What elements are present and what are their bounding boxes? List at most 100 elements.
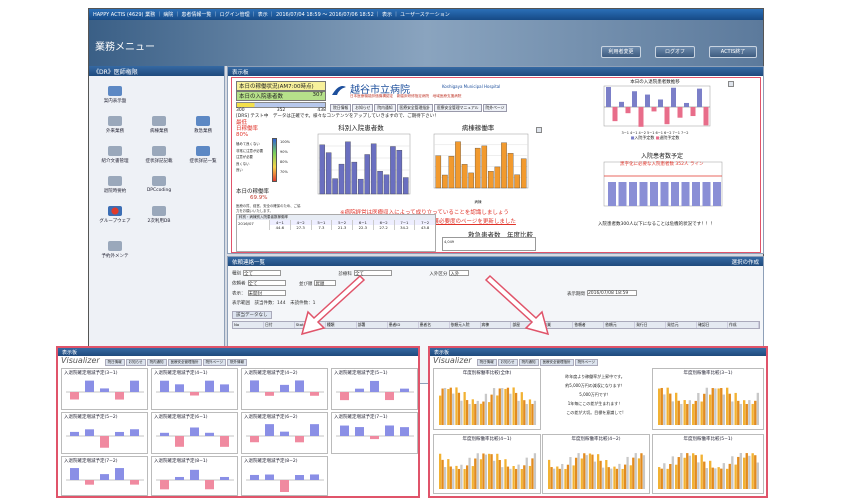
mini-bar: [569, 457, 572, 489]
zoom-tab[interactable]: 医療安全管理指針: [167, 359, 202, 366]
mini-chart: 入退院確定増減予定(4−1): [151, 368, 238, 410]
zoom-tab[interactable]: 院日情報: [476, 359, 497, 366]
chart-bar: [370, 143, 377, 195]
list-column-header[interactable]: 依頼元: [604, 322, 636, 328]
author-select[interactable]: 全て: [247, 280, 286, 287]
gauge-pcts: 100% 90% 80% 70%: [280, 137, 290, 177]
app-header: 業務メニュー 利用者変更 ログオフ ACTIS終了: [89, 20, 763, 66]
sidebar-item-label: DPCcoding: [146, 188, 172, 193]
zoom-tab[interactable]: 院内通知: [518, 359, 539, 366]
sidebar-item[interactable]: 外来業務: [93, 116, 137, 134]
trend-bar: [677, 107, 683, 118]
sidebar-item[interactable]: 症状詳記一覧: [181, 146, 225, 164]
list-column-header[interactable]: 依頼者: [573, 322, 605, 328]
sidebar-item[interactable]: グループウェア: [93, 206, 137, 224]
mini-bar: [743, 457, 746, 489]
list-column-header[interactable]: 作成: [728, 322, 759, 328]
list-column-header[interactable]: 依頼元入院: [450, 322, 481, 328]
list-column-header[interactable]: 患者ID: [388, 322, 419, 328]
mini-bar: [520, 468, 523, 489]
mini-bar: [709, 460, 712, 489]
create-selection-button[interactable]: 選択の作成: [731, 258, 759, 266]
sidebar-item[interactable]: 2次利用DB: [137, 206, 181, 224]
logoff-button[interactable]: ログオフ: [655, 46, 695, 58]
change-user-button[interactable]: 利用者変更: [601, 46, 641, 58]
dashboard-nav-item[interactable]: 院内通知: [374, 104, 396, 112]
zoom-tab[interactable]: 医療安全管理指針: [539, 359, 574, 366]
sidebar-item[interactable]: 案内表示盤: [93, 86, 137, 104]
zoom-tab[interactable]: お知らせ: [125, 359, 146, 366]
mini-bar: [663, 463, 666, 489]
date-field[interactable]: 2016/07/08 18:59: [586, 290, 637, 296]
zoom-tab[interactable]: 院外情報: [227, 359, 247, 366]
message-line: 昨年度より稼働率が上昇中です。: [565, 374, 625, 379]
planned-bar: [618, 182, 627, 206]
list-column-header[interactable]: 発信元: [666, 322, 698, 328]
table-value: 34.2: [400, 225, 409, 230]
trend-bar: [619, 101, 624, 107]
sidebar-item[interactable]: 病棟業務: [137, 116, 181, 134]
mini-bar: [465, 465, 469, 489]
zoom-tab[interactable]: 院内通知: [146, 359, 167, 366]
mini-bar: [726, 387, 729, 425]
dashboard-nav-item[interactable]: 医療安全管理指針: [396, 104, 433, 112]
dashboard-nav-item[interactable]: 院日情報: [330, 104, 352, 112]
sidebar-item[interactable]: 救急業務: [181, 116, 225, 134]
show-select[interactable]: 未開封: [247, 290, 286, 297]
mini-bar: [610, 468, 613, 489]
dashboard-nav-item[interactable]: お知らせ: [352, 104, 374, 112]
list-column-header[interactable]: 発行日: [635, 322, 667, 328]
list-column-header[interactable]: No: [233, 322, 264, 328]
zoom-tab[interactable]: 院外ページ: [202, 359, 226, 366]
mini-bar: [660, 387, 663, 425]
mini-bar: [443, 387, 447, 425]
sidebar-item[interactable]: 予約外メンテ: [93, 241, 137, 259]
mini-bar: [100, 388, 109, 392]
planned-admissions-chart: 入院患者数予定 黒字化に必要な入院患者数 352人 ライン: [600, 151, 724, 217]
nursing-page-link[interactable]: 看護必要度のページを更新しました: [428, 217, 516, 225]
mini-bar: [680, 453, 683, 489]
input-label: 入外区分: [429, 271, 448, 277]
zoom-tab[interactable]: 院日情報: [104, 359, 125, 366]
input-select[interactable]: 入外: [449, 270, 470, 277]
ward-table: 科別・病棟別入院患者数稼働率 2016/07 4−1 44.6 4−2 27.3 5−1 7…: [236, 214, 436, 252]
message-line: この差が大切。目標を意識して!: [566, 410, 624, 415]
mini-bar: [447, 459, 450, 489]
expand-icon[interactable]: [536, 127, 542, 133]
sidebar-item[interactable]: DPCcoding: [137, 176, 181, 193]
mini-bar: [175, 384, 184, 392]
dashboard-nav-item[interactable]: 医療安全管理マニュアル: [433, 104, 482, 112]
list-tab[interactable]: 該当データなし: [232, 311, 272, 319]
dashboard-header: 表示板: [228, 67, 763, 76]
mini-chart-plot: [658, 387, 760, 425]
sidebar-item[interactable]: 症状詳記記載: [137, 146, 181, 164]
mini-bar: [714, 388, 717, 425]
author-label: 依頼者: [232, 281, 246, 287]
zoom-left-header: 表示板: [58, 348, 418, 356]
dashboard-nav-item[interactable]: 院外ページ: [482, 104, 508, 112]
zoom-tab[interactable]: 院外ページ: [574, 359, 598, 366]
mini-bar: [504, 459, 507, 489]
mini-bar: [720, 388, 723, 425]
mini-bar: [728, 393, 731, 425]
sidebar-item[interactable]: 紹介文書管理: [93, 146, 137, 164]
mini-bar: [743, 400, 746, 425]
mini-bar: [658, 388, 661, 425]
mini-bar: [474, 403, 477, 425]
mini-bar: [509, 393, 512, 425]
zoom-tab[interactable]: お知らせ: [497, 359, 518, 366]
message-line: 5,000万円です！: [579, 392, 611, 397]
mini-bar: [722, 394, 726, 425]
expand-icon[interactable]: [728, 81, 734, 87]
mini-bar: [441, 388, 444, 425]
list-column-header[interactable]: 患者名: [419, 322, 450, 328]
sidebar-item[interactable]: 退院時要約: [93, 176, 137, 194]
mini-bar: [548, 459, 551, 489]
list-column-header[interactable]: 確認日: [697, 322, 728, 328]
mini-bar: [737, 456, 740, 489]
monitor-icon: [108, 241, 122, 251]
type-select[interactable]: 全て: [243, 270, 281, 277]
mini-bar: [666, 387, 669, 425]
mini-bar: [280, 431, 289, 436]
exit-button[interactable]: ACTIS終了: [709, 46, 757, 58]
